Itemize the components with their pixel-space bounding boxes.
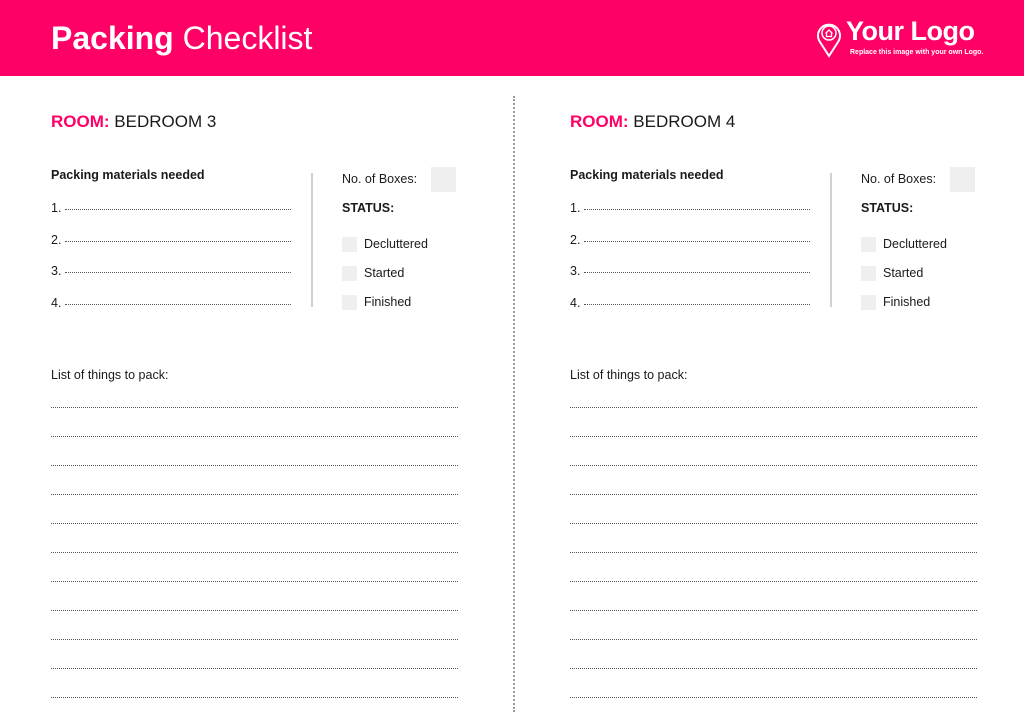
material-fill-line[interactable] (584, 240, 810, 242)
status-checkbox-started[interactable] (861, 266, 876, 281)
list-heading: List of things to pack: (51, 368, 169, 382)
pack-list-line[interactable] (570, 436, 977, 437)
status-heading: STATUS: (861, 201, 914, 215)
pack-list-line[interactable] (570, 668, 977, 669)
pack-list-line[interactable] (51, 436, 458, 437)
status-label: Finished (364, 295, 412, 309)
pack-list-line[interactable] (51, 465, 458, 466)
room-title: ROOM: BEDROOM 4 (570, 112, 735, 132)
material-number: 1. (570, 201, 581, 215)
status-checkbox-decluttered[interactable] (861, 237, 876, 252)
status-label: Decluttered (364, 237, 428, 251)
material-line[interactable]: 4. (51, 296, 291, 310)
pack-list-line[interactable] (51, 697, 458, 698)
material-fill-line[interactable] (65, 240, 291, 242)
material-fill-line[interactable] (584, 271, 810, 273)
material-number: 2. (51, 232, 62, 247)
room-label: ROOM: (51, 112, 110, 131)
pack-list-line[interactable] (51, 668, 458, 669)
material-line[interactable]: 1. (51, 201, 291, 215)
room-section-1: ROOM: BEDROOM 3 Packing materials needed… (0, 0, 470, 724)
status-label: Finished (883, 295, 931, 309)
room-section-2: ROOM: BEDROOM 4 Packing materials needed… (519, 0, 989, 724)
status-checkbox-decluttered[interactable] (342, 237, 357, 252)
pack-list-line[interactable] (570, 465, 977, 466)
material-line[interactable]: 3. (51, 264, 291, 278)
status-checkbox-finished[interactable] (342, 295, 357, 310)
material-fill-line[interactable] (584, 303, 810, 305)
pack-list-line[interactable] (570, 494, 977, 495)
materials-heading: Packing materials needed (570, 168, 724, 182)
material-fill-line[interactable] (65, 208, 291, 210)
pack-list-line[interactable] (570, 697, 977, 698)
material-line[interactable]: 4. (570, 296, 810, 310)
status-label: Decluttered (883, 237, 947, 251)
pack-list-line[interactable] (570, 639, 977, 640)
room-label: ROOM: (570, 112, 629, 131)
pack-list-line[interactable] (51, 610, 458, 611)
material-number: 4. (51, 295, 62, 310)
status-checkbox-started[interactable] (342, 266, 357, 281)
pack-list-line[interactable] (51, 552, 458, 553)
room-title: ROOM: BEDROOM 3 (51, 112, 216, 132)
material-number: 1. (51, 201, 62, 215)
materials-heading: Packing materials needed (51, 168, 205, 182)
status-checkbox-finished[interactable] (861, 295, 876, 310)
room-name: BEDROOM 3 (114, 112, 217, 131)
boxes-count-field[interactable] (950, 167, 975, 192)
material-number: 4. (570, 295, 581, 310)
pack-list-line[interactable] (570, 552, 977, 553)
material-line[interactable]: 1. (570, 201, 810, 215)
pack-list-line[interactable] (570, 610, 977, 611)
status-heading: STATUS: (342, 201, 395, 215)
material-number: 3. (570, 264, 581, 278)
material-number: 3. (51, 264, 62, 278)
material-line[interactable]: 2. (51, 233, 291, 247)
vertical-separator (311, 173, 313, 307)
vertical-separator (830, 173, 832, 307)
list-heading: List of things to pack: (570, 368, 688, 382)
material-number: 2. (570, 232, 581, 247)
status-label: Started (364, 266, 405, 280)
pack-list-line[interactable] (51, 581, 458, 582)
material-line[interactable]: 2. (570, 233, 810, 247)
pack-list-line[interactable] (51, 639, 458, 640)
column-divider (513, 96, 515, 712)
pack-list-line[interactable] (51, 494, 458, 495)
material-line[interactable]: 3. (570, 264, 810, 278)
pack-list-line[interactable] (51, 523, 458, 524)
pack-list-line[interactable] (570, 581, 977, 582)
material-fill-line[interactable] (65, 271, 291, 273)
pack-list-line[interactable] (570, 523, 977, 524)
room-name: BEDROOM 4 (633, 112, 736, 131)
material-fill-line[interactable] (584, 208, 810, 210)
status-label: Started (883, 266, 924, 280)
boxes-count-field[interactable] (431, 167, 456, 192)
boxes-label: No. of Boxes: (342, 172, 418, 186)
material-fill-line[interactable] (65, 303, 291, 305)
pack-list-line[interactable] (51, 407, 458, 408)
boxes-label: No. of Boxes: (861, 172, 937, 186)
pack-list-line[interactable] (570, 407, 977, 408)
